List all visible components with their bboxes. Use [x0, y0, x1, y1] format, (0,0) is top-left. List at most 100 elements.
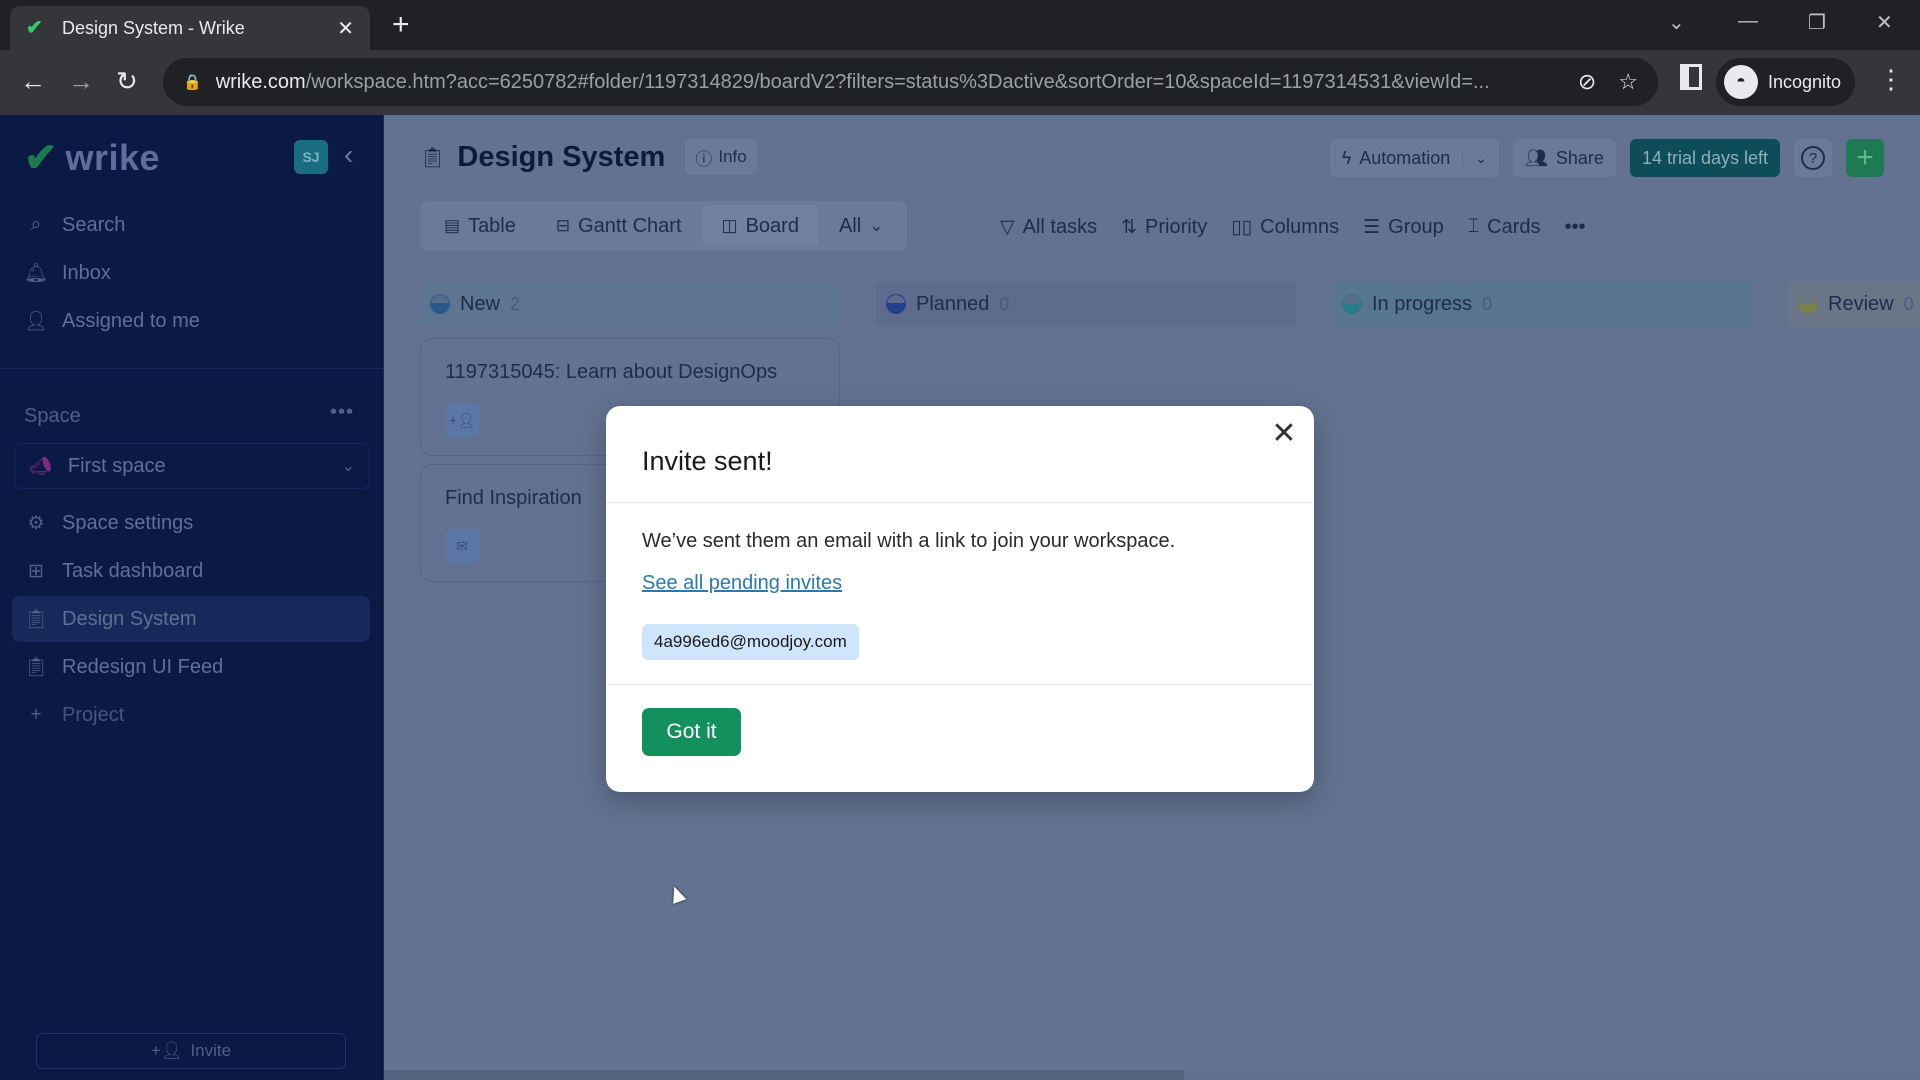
sort-icon: ⇅ [1121, 216, 1138, 238]
address-bar[interactable]: 🔒 wrike.com/workspace.htm?acc=6250782#fo… [163, 58, 1658, 106]
task-title: 1197315045: Learn about DesignOps [445, 361, 778, 383]
group-button[interactable]: ☰ Group [1363, 216, 1444, 239]
browser-menu-icon[interactable]: ⋮ [1878, 64, 1904, 95]
browser-tab-active[interactable]: ✔ Design System - Wrike ✕ [10, 6, 370, 50]
horizontal-scrollbar[interactable] [384, 1070, 1920, 1080]
restore-icon[interactable]: ❐ [1808, 10, 1826, 35]
column-count: 2 [510, 293, 521, 314]
space-more-icon[interactable]: ••• [330, 401, 354, 424]
help-button[interactable]: ? [1794, 139, 1832, 177]
view-filter-select[interactable]: All ⌄ [819, 205, 903, 247]
trial-days-badge[interactable]: 14 trial days left [1629, 139, 1780, 177]
tab-gantt-chart[interactable]: ⊟ Gantt Chart [536, 205, 702, 247]
column-name: Planned [916, 292, 990, 315]
info-button[interactable]: ⓘ Info [685, 139, 757, 175]
collapse-sidebar-icon[interactable]: ‹ [344, 139, 353, 171]
share-label: Share [1555, 147, 1604, 168]
tracking-protection-icon[interactable]: ⊘ [1578, 69, 1596, 95]
cards-icon: ⌶ [1467, 216, 1480, 237]
select-value: All [838, 214, 862, 237]
add-new-button[interactable]: + [1846, 139, 1884, 177]
board-column-planned[interactable]: Planned 0 [876, 281, 1296, 327]
tool-label: All tasks [1022, 215, 1098, 238]
close-icon[interactable]: ✕ [1268, 418, 1300, 450]
wrike-logo[interactable]: ✔ wrike [24, 137, 160, 179]
filter-all-tasks-button[interactable]: ▽ All tasks [1000, 216, 1097, 239]
back-icon[interactable]: ← [20, 66, 46, 96]
bookmark-star-icon[interactable]: ☆ [1618, 69, 1638, 95]
sidebar-item-inbox[interactable]: 🔔︎ Inbox [12, 250, 370, 296]
column-name: In progress [1372, 292, 1473, 315]
see-pending-invites-link[interactable]: See all pending invites [642, 572, 842, 595]
close-tab-icon[interactable]: ✕ [337, 16, 354, 41]
minimize-icon[interactable]: — [1738, 10, 1758, 33]
tool-label: Group [1388, 215, 1444, 238]
forward-icon[interactable]: → [68, 66, 94, 96]
url-text[interactable]: wrike.com/workspace.htm?acc=6250782#fold… [216, 71, 1556, 94]
board-column-review[interactable]: Review 0 [1788, 281, 1920, 327]
invite-sent-dialog: ✕ Invite sent! We’ve sent them an email … [606, 406, 1314, 792]
clipboard-icon: 📋︎ [420, 146, 446, 169]
clipboard-icon: 📋︎ [24, 609, 49, 630]
space-section-label: Space [24, 405, 81, 427]
columns-button[interactable]: ▯▯ Columns [1231, 216, 1339, 239]
tab-board[interactable]: ◫ Board [701, 205, 819, 247]
more-options-button[interactable]: ••• [1565, 216, 1586, 239]
chevron-down-icon[interactable]: ⌄ [1462, 149, 1487, 167]
side-panel-icon[interactable] [1680, 64, 1702, 90]
got-it-button[interactable]: Got it [642, 708, 741, 756]
invited-email-chip: 4a996ed6@moodjoy.com [642, 624, 859, 660]
sidebar-item-label: Task dashboard [62, 559, 204, 582]
sidebar-item-label: Assigned to me [62, 309, 200, 332]
users-icon: 👥︎ [1525, 147, 1548, 168]
incognito-profile-button[interactable]: ◓ Incognito [1716, 58, 1856, 106]
invite-button[interactable]: +👤︎ Invite [36, 1033, 346, 1069]
new-tab-button[interactable]: + [392, 10, 410, 40]
email-icon[interactable]: ✉ [445, 529, 479, 563]
sidebar-item-design-system[interactable]: 📋︎ Design System [12, 596, 370, 642]
info-icon: ⓘ [695, 149, 713, 169]
sidebar-item-space-settings[interactable]: ⚙ Space settings [12, 500, 370, 546]
sidebar-item-add-project[interactable]: + Project [12, 692, 370, 738]
sidebar-item-redesign-ui-feed[interactable]: 📋︎ Redesign UI Feed [12, 644, 370, 690]
sidebar-item-task-dashboard[interactable]: ⊞ Task dashboard [12, 548, 370, 594]
add-assignee-icon[interactable]: +👤︎ [445, 403, 479, 437]
reload-icon[interactable]: ↻ [116, 66, 138, 96]
user-avatar[interactable]: SJ [294, 140, 328, 174]
board-column-in-progress[interactable]: In progress 0 [1332, 281, 1752, 327]
clipboard-icon: 📋︎ [24, 657, 49, 678]
tab-table[interactable]: ▤ Table [424, 205, 536, 247]
info-label: Info [718, 147, 747, 166]
page-header: 📋︎ Design System ⓘ Info [420, 139, 757, 175]
automation-label: Automation [1359, 147, 1451, 168]
logo-text: wrike [65, 137, 161, 178]
column-name: New [460, 292, 501, 315]
wrike-favicon-icon: ✔ [26, 17, 43, 39]
tab-title: Design System - Wrike [62, 17, 245, 38]
search-icon: ⌕ [30, 214, 42, 235]
column-count: 0 [1903, 293, 1914, 314]
scrollbar-thumb[interactable] [384, 1070, 1184, 1080]
share-button[interactable]: 👥︎ Share [1513, 139, 1616, 177]
gear-icon: ⚙ [27, 512, 45, 534]
tool-label: Columns [1260, 215, 1340, 238]
space-selector[interactable]: 📣︎ First space ⌄ [14, 443, 370, 489]
sort-priority-button[interactable]: ⇅ Priority [1121, 216, 1207, 239]
board-column-new[interactable]: New 2 [420, 281, 840, 327]
sidebar-item-assigned-to-me[interactable]: 👤︎ Assigned to me [12, 298, 370, 344]
dialog-message: We’ve sent them an email with a link to … [642, 530, 1176, 552]
status-icon [1342, 294, 1362, 314]
lightning-icon: ϟ [1341, 147, 1352, 168]
sidebar-item-search[interactable]: ⌕ Search [12, 202, 370, 248]
tab-search-icon[interactable]: ⌄ [1668, 10, 1685, 35]
dialog-divider [606, 502, 1314, 503]
automation-button[interactable]: ϟ Automation ⌄ [1329, 139, 1500, 177]
chevron-down-icon: ⌄ [341, 458, 355, 475]
column-name: Review [1828, 292, 1894, 315]
close-window-icon[interactable]: ✕ [1876, 10, 1893, 35]
add-user-icon: +👤︎ [150, 1041, 183, 1060]
lock-icon: 🔒 [183, 74, 202, 91]
sidebar: ✔ wrike SJ ‹ ⌕ Search 🔔︎ Inbox 👤︎ Assign… [0, 115, 384, 1080]
cards-button[interactable]: ⌶ Cards [1468, 216, 1541, 239]
browser-toolbar: ← → ↻ 🔒 wrike.com/workspace.htm?acc=6250… [0, 50, 1920, 115]
